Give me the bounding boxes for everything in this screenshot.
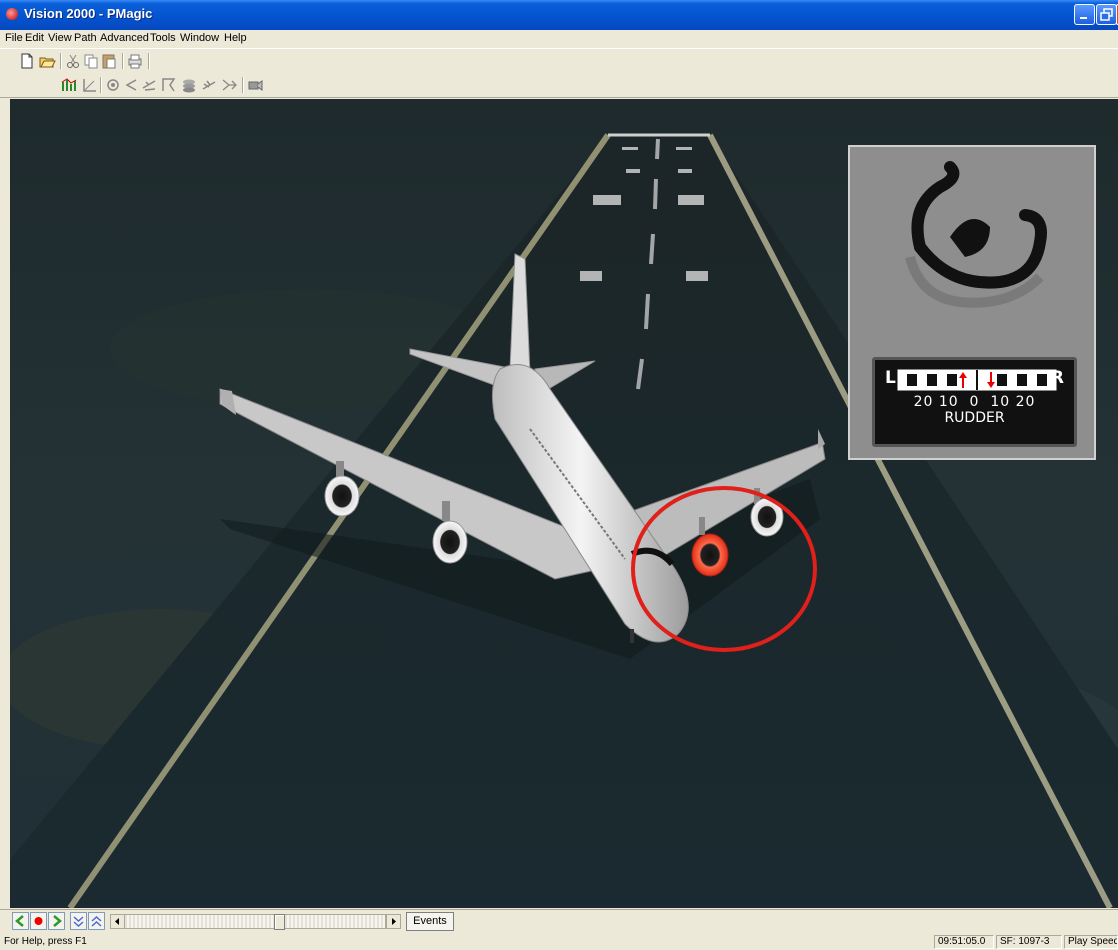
toolbar-separator — [60, 53, 62, 69]
airplane-icon[interactable] — [200, 76, 218, 94]
toolbar-separator — [242, 77, 244, 93]
graph-icon[interactable] — [60, 76, 78, 94]
slider-right-arrow-icon[interactable] — [386, 914, 401, 929]
restore-button[interactable] — [1096, 4, 1117, 25]
playback-bar: Events — [0, 909, 1118, 935]
status-bar: For Help, press F1 09:51:05.0 SF: 1097-3… — [0, 935, 1118, 950]
arrows-icon[interactable] — [122, 76, 140, 94]
axis-icon[interactable] — [80, 76, 98, 94]
standard-toolbar — [0, 48, 1118, 73]
new-icon[interactable] — [18, 52, 36, 70]
timeline-slider-thumb[interactable] — [274, 914, 285, 930]
copy-icon[interactable] — [82, 52, 100, 70]
fast-down-icon[interactable] — [70, 912, 87, 930]
app-icon[interactable] — [6, 8, 18, 20]
cut-icon[interactable] — [64, 52, 82, 70]
rudder-label: RUDDER — [944, 410, 1005, 426]
window-title: Vision 2000 - PMagic — [24, 6, 153, 21]
menu-help[interactable]: Help — [224, 32, 247, 44]
title-bar[interactable]: Vision 2000 - PMagic — [0, 0, 1118, 30]
target-icon[interactable] — [104, 76, 122, 94]
plane-icon[interactable] — [140, 76, 158, 94]
step-forward-icon[interactable] — [48, 912, 65, 930]
menu-tools[interactable]: Tools — [150, 32, 176, 44]
rudder-scale-bar — [897, 369, 1057, 391]
toolbar-separator — [100, 77, 102, 93]
toolbar-separator — [122, 53, 124, 69]
paste-icon[interactable] — [100, 52, 118, 70]
status-time: 09:51:05.0 — [934, 935, 994, 949]
fast-up-icon[interactable] — [88, 912, 105, 930]
simulation-viewport[interactable]: L R 20 10 0 10 20 RUDDER — [10, 99, 1118, 908]
menu-window[interactable]: Window — [180, 32, 219, 44]
intercept-icon[interactable] — [220, 76, 238, 94]
rudder-indicator: L R 20 10 0 10 20 RUDDER — [872, 357, 1077, 447]
toolbar-separator — [148, 53, 150, 69]
path-toolbar — [0, 73, 1118, 98]
minimize-button[interactable] — [1074, 4, 1095, 25]
status-play-speed: Play Speed 100 — [1064, 935, 1118, 949]
rudder-left-letter: L — [885, 368, 896, 388]
open-icon[interactable] — [38, 52, 56, 70]
app-window: Vision 2000 - PMagic File Edit View Path… — [0, 0, 1118, 950]
flag-icon[interactable] — [160, 76, 178, 94]
record-icon[interactable] — [30, 912, 47, 930]
timeline-slider[interactable] — [124, 914, 386, 930]
status-frame: SF: 1097-3 — [996, 935, 1062, 949]
status-help-text: For Help, press F1 — [4, 936, 87, 947]
menu-bar: File Edit View Path Advanced Tools Windo… — [0, 30, 1118, 47]
rudder-scale-labels: 20 10 0 10 20 — [913, 394, 1036, 410]
events-button[interactable]: Events — [406, 912, 454, 931]
step-back-icon[interactable] — [12, 912, 29, 930]
menu-view[interactable]: View — [48, 32, 72, 44]
instrument-panel: L R 20 10 0 10 20 RUDDER — [848, 145, 1096, 460]
slider-left-arrow-icon[interactable] — [110, 914, 125, 929]
print-icon[interactable] — [126, 52, 144, 70]
camera-icon[interactable] — [246, 76, 264, 94]
layers-icon[interactable] — [180, 76, 198, 94]
menu-advanced[interactable]: Advanced — [100, 32, 149, 44]
menu-file[interactable]: File — [5, 32, 23, 44]
menu-path[interactable]: Path — [74, 32, 97, 44]
menu-edit[interactable]: Edit — [25, 32, 44, 44]
yoke-icon — [905, 161, 1047, 308]
